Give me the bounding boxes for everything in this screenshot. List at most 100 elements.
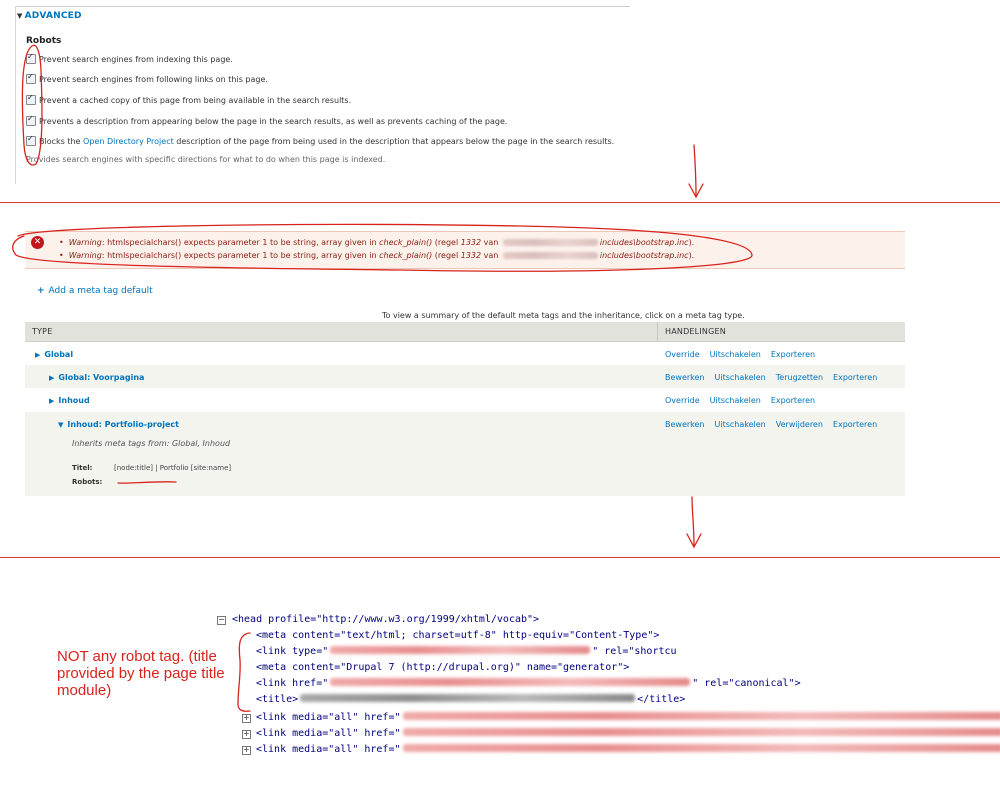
op-export-link[interactable]: Exporteren [833,420,877,429]
fieldset-border-top [15,6,630,7]
op-edit-link[interactable]: Bewerken [665,373,705,382]
triangle-down-icon: ▼ [17,12,23,20]
source-link-shortcut: <link type=" " rel="shortcu [256,646,677,657]
expand-plus-icon[interactable]: + [242,746,251,755]
op-export-link[interactable]: Exporteren [833,373,877,382]
row-operations: Override Uitschakelen Exporteren [665,350,825,359]
triangle-right-icon: ▶ [49,374,55,382]
robots-option-nofollow[interactable]: Prevent search engines from following li… [26,72,268,86]
source-meta-generator: <meta content="Drupal 7 (http://drupal.o… [256,662,630,673]
titel-label: Titel: [72,464,93,472]
metatag-table: TYPE HANDELINGEN ▶ Global Override Uitscha… [25,322,905,496]
titel-value: [node:title] | Portfolio [site:name] [114,464,232,472]
op-revert-link[interactable]: Terugzetten [776,373,823,382]
table-row: ▶ Global: Voorpagina Bewerken Uitschakelen… [25,365,905,388]
error-message: • Warning: htmlspecialchars() expects par… [59,238,695,247]
table-row-expanded: ▼ Inhoud: Portfolio-project Bewerken Uitsc… [25,412,905,496]
triangle-right-icon: ▶ [35,351,41,359]
op-export-link[interactable]: Exporteren [771,350,815,359]
option-label: Prevent search engines from indexing thi… [39,55,233,64]
robots-summary-label: Robots: [72,478,103,486]
summary-note: To view a summary of the default meta ta… [382,311,745,320]
error-messages: ✕ • Warning: htmlspecialchars() expects p… [25,231,905,269]
inherits-note: Inherits meta tags from: Global, Inhoud [72,439,231,448]
redacted-value [402,744,1000,752]
op-delete-link[interactable]: Verwijderen [776,420,823,429]
robots-option-noodp[interactable]: Blocks the Open Directory Project descri… [26,134,615,148]
table-header: TYPE HANDELINGEN [25,322,905,342]
checkbox-checked-icon[interactable] [26,134,36,146]
expand-plus-icon[interactable]: + [242,730,251,739]
row-name: Inhoud [58,396,90,405]
row-operations: Bewerken Uitschakelen Verwijderen Exportere… [665,420,887,429]
checkbox-checked-icon[interactable] [26,114,36,126]
source-link-css: <link media="all" href=" [256,712,1000,723]
row-toggle-content[interactable]: ▶ Inhoud [49,396,90,405]
robots-option-noindex[interactable]: Prevent search engines from indexing thi… [26,52,233,66]
redacted-path [502,239,598,246]
row-operations: Override Uitschakelen Exporteren [665,396,825,405]
source-title: <title> </title> [256,694,686,705]
op-disable-link[interactable]: Uitschakelen [715,420,766,429]
add-meta-tag-default-link[interactable]: + Add a meta tag default [37,286,153,296]
triangle-right-icon: ▶ [49,397,55,405]
option-label: Prevent search engines from following li… [39,75,268,84]
advanced-legend-toggle[interactable]: ▼ ADVANCED [17,11,82,21]
row-toggle-global-frontpage[interactable]: ▶ Global: Voorpagina [49,373,144,382]
row-name: Global: Voorpagina [58,373,145,382]
fieldset-border-left [15,6,16,184]
add-meta-tag-default-label: Add a meta tag default [48,286,153,296]
robots-label: Robots [26,36,62,46]
column-ops: HANDELINGEN [665,327,726,336]
expand-plus-icon[interactable]: + [242,714,251,723]
separator-line [0,557,1000,558]
collapse-minus-icon[interactable]: − [217,616,226,625]
op-disable-link[interactable]: Uitschakelen [710,350,761,359]
row-toggle-global[interactable]: ▶ Global [35,350,73,359]
source-head-open: <head profile="http://www.w3.org/1999/xh… [232,614,540,625]
op-disable-link[interactable]: Uitschakelen [710,396,761,405]
table-row: ▶ Inhoud Override Uitschakelen Exporteren [25,388,905,412]
checkbox-checked-icon[interactable] [26,52,36,64]
redacted-value [330,678,691,686]
checkbox-checked-icon[interactable] [26,93,36,105]
column-divider [657,322,658,341]
row-operations: Bewerken Uitschakelen Terugzetten Exportere… [665,373,887,382]
row-toggle-portfolio-project[interactable]: ▼ Inhoud: Portfolio-project [58,420,179,429]
separator-line [0,202,1000,203]
redacted-value [402,712,1000,720]
option-label-rest: description of the page from being used … [173,137,615,146]
robots-option-nosnippet[interactable]: Prevents a description from appearing be… [26,114,508,128]
op-export-link[interactable]: Exporteren [771,396,815,405]
source-link-css: <link media="all" href=" [256,744,1000,755]
row-name: Inhoud: Portfolio-project [67,420,179,429]
annotation-arrowhead [686,533,702,549]
op-edit-link[interactable]: Bewerken [665,420,705,429]
robots-option-noarchive[interactable]: Prevent a cached copy of this page from … [26,93,352,107]
advanced-fieldset: ▼ADVANCED Robots Prevent search engines … [0,0,1000,202]
redacted-title [300,694,636,702]
op-override-link[interactable]: Override [665,350,700,359]
column-type: TYPE [32,327,53,336]
redacted-value [402,728,1000,736]
op-disable-link[interactable]: Uitschakelen [715,373,766,382]
redacted-path [502,252,598,259]
option-label: Blocks the [39,137,84,146]
error-message: • Warning: htmlspecialchars() expects par… [59,251,695,260]
robots-description: Provides search engines with specific di… [26,155,386,164]
annotation-arrow [691,496,695,546]
source-link-canonical: <link href=" " rel="canonical"> [256,678,801,689]
op-override-link[interactable]: Override [665,396,700,405]
redacted-value [330,646,591,654]
triangle-down-icon: ▼ [58,421,64,429]
table-row: ▶ Global Override Uitschakelen Exporteren [25,342,905,365]
option-label: Prevents a description from appearing be… [39,117,508,126]
error-x-icon: ✕ [31,236,44,249]
source-meta-content-type: <meta content="text/html; charset=utf-8"… [256,630,660,641]
open-directory-project-link[interactable]: Open Directory Project [83,137,174,146]
annotation-note: NOT any robot tag. (title provided by th… [57,648,225,699]
checkbox-checked-icon[interactable] [26,72,36,84]
plus-icon: + [37,286,45,296]
option-label: Prevent a cached copy of this page from … [39,96,352,105]
advanced-legend-label: ADVANCED [24,11,82,21]
